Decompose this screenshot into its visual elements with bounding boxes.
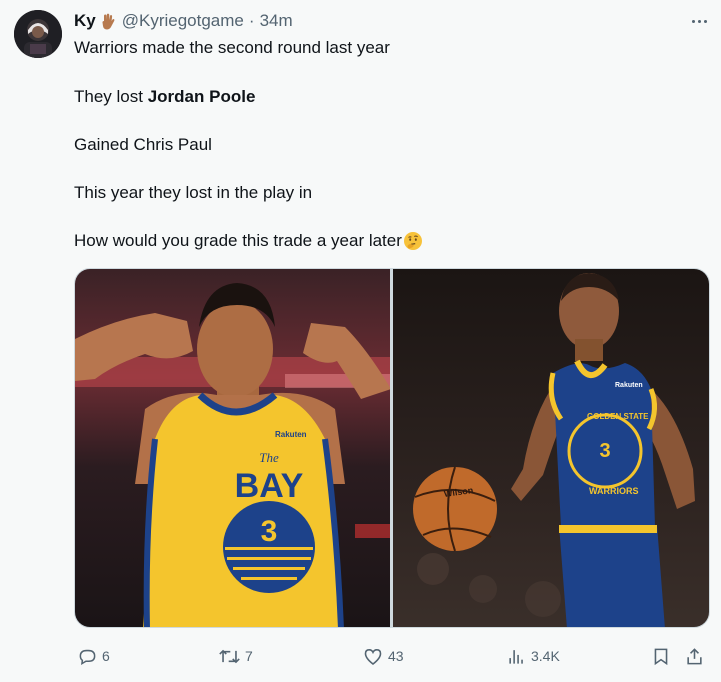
bookmark-button[interactable]: [652, 643, 670, 669]
share-icon: [685, 647, 704, 666]
tweet-actions: 6 7 43 3.4K: [74, 643, 714, 669]
display-name[interactable]: Ky: [74, 11, 96, 31]
reply-button[interactable]: 6: [78, 643, 110, 669]
reply-count: 6: [102, 648, 110, 664]
tweet-media: Rakuten The BAY 3 Rakuten GOLDEN STATE 3…: [74, 268, 710, 628]
views-count: 3.4K: [531, 648, 560, 664]
jersey-patch: Rakuten: [275, 430, 307, 439]
bookmark-icon: [652, 647, 670, 666]
tweet-bold-text: Jordan Poole: [147, 87, 256, 106]
tweet-header: Ky @Kyriegotgame · 34m: [74, 10, 293, 32]
timestamp[interactable]: 34m: [260, 11, 293, 31]
jersey-top: The: [259, 450, 279, 465]
like-count: 43: [388, 648, 404, 664]
jersey-arc-bottom: WARRIORS: [589, 486, 639, 496]
photo-chris-paul[interactable]: Rakuten GOLDEN STATE 3 WARRIORS Wilson: [393, 269, 709, 627]
retweet-icon: [219, 647, 240, 666]
tweet-text: They lost: [74, 87, 143, 106]
views-button[interactable]: 3.4K: [507, 643, 560, 669]
jersey-number: 3: [261, 515, 278, 548]
views-icon: [507, 647, 526, 666]
tweet-line: Gained Chris Paul: [74, 135, 212, 154]
tweet-line: Warriors made the second round last year: [74, 38, 390, 57]
like-button[interactable]: 43: [363, 643, 404, 669]
retweet-button[interactable]: 7: [219, 643, 253, 669]
tweet-text: How would you grade this trade a year la…: [74, 231, 402, 250]
share-button[interactable]: [685, 643, 704, 669]
jersey-patch: Rakuten: [615, 382, 643, 389]
tweet-line: How would you grade this trade a year la…: [74, 230, 423, 252]
raised-hand-emoji-icon: [101, 13, 115, 30]
retweet-count: 7: [245, 648, 253, 664]
photo-jordan-poole[interactable]: Rakuten The BAY 3: [75, 269, 390, 627]
tweet-card[interactable]: Ky @Kyriegotgame · 34m Warriors made the…: [0, 0, 721, 682]
more-icon[interactable]: [684, 10, 714, 32]
reply-icon: [78, 647, 97, 666]
avatar[interactable]: [14, 10, 62, 58]
separator: ·: [248, 11, 255, 30]
jersey-number: 3: [599, 440, 610, 462]
heart-icon: [363, 647, 383, 666]
jersey-arc-top: GOLDEN STATE: [587, 412, 649, 421]
tweet-line: This year they lost in the play in: [74, 183, 313, 202]
jersey-word: BAY: [235, 467, 304, 505]
thinking-face-emoji-icon: [403, 231, 423, 251]
tweet-line: They lost Jordan Poole: [74, 86, 255, 108]
author-handle[interactable]: @Kyriegotgame: [122, 11, 244, 31]
